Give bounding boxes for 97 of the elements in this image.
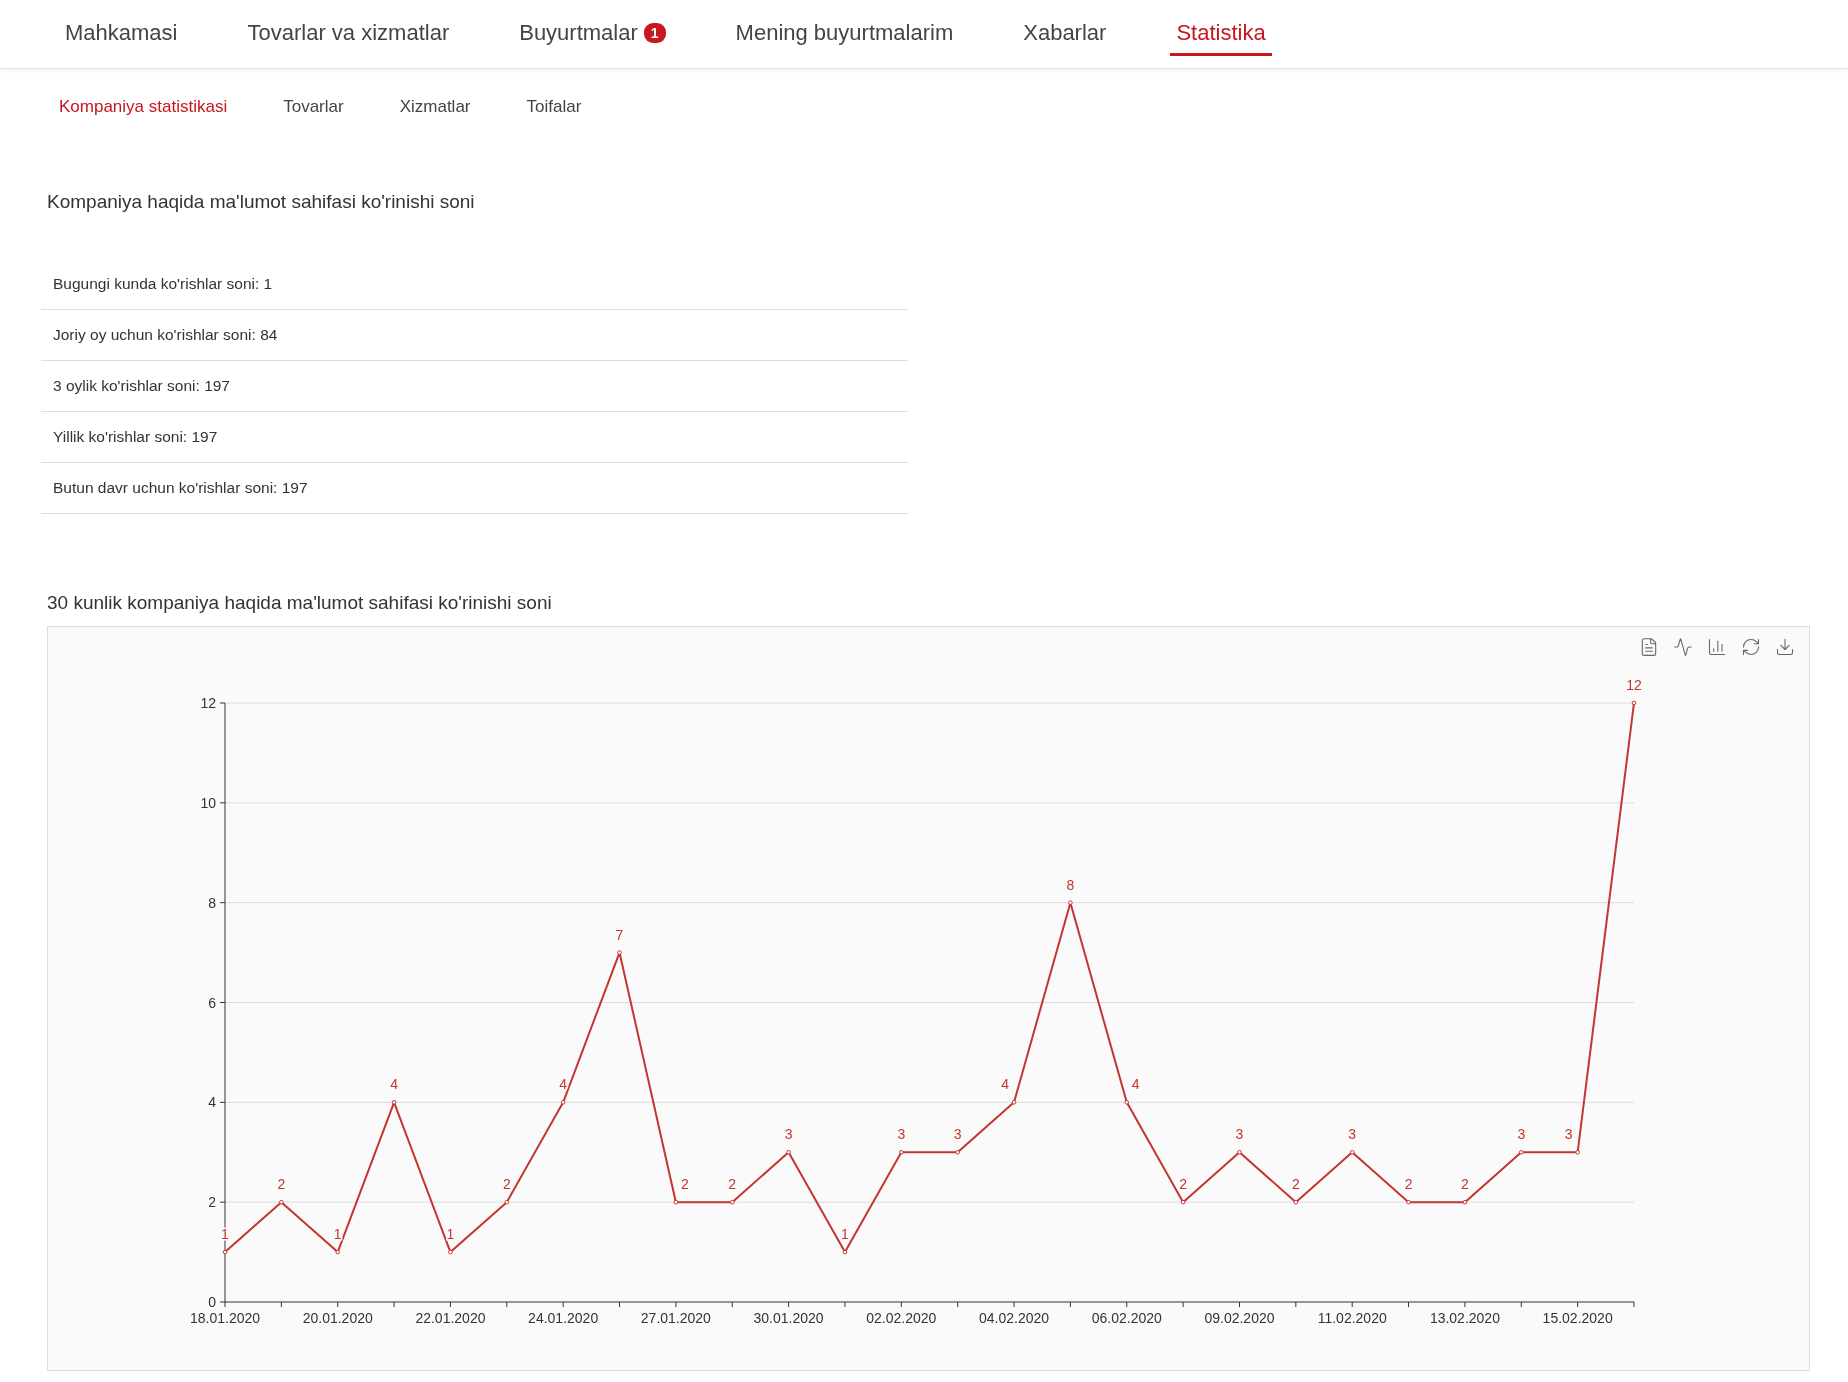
data-point [1406, 1199, 1411, 1205]
data-label: 2 [1179, 1176, 1187, 1193]
x-tick-label: 30.01.2020 [753, 1310, 824, 1326]
data-label: 2 [1461, 1176, 1469, 1193]
sub-tab[interactable]: Tovarlar [283, 97, 344, 117]
data-point [955, 1149, 960, 1155]
y-tick-label: 12 [200, 695, 216, 711]
data-label: 4 [559, 1076, 568, 1093]
data-label: 3 [1235, 1126, 1244, 1143]
stat-row: Yillik ko'rishlar soni: 197 [41, 412, 908, 463]
x-tick-label: 02.02.2020 [866, 1310, 937, 1326]
data-point [1575, 1149, 1580, 1155]
nav-tab-label: Mening buyurtmalarim [735, 19, 954, 46]
y-tick-label: 8 [208, 894, 216, 911]
count-badge: 1 [643, 22, 666, 43]
nav-tab[interactable]: Buyurtmalar 1 [513, 12, 672, 56]
data-label: 2 [277, 1176, 286, 1193]
sub-tab[interactable]: Kompaniya statistikasi [59, 97, 228, 117]
nav-tab-label: Mahkamasi [65, 19, 178, 46]
data-point [1631, 700, 1637, 706]
data-point [786, 1149, 791, 1155]
section-title: Kompaniya haqida ma'lumot sahifasi ko'rinishi soni [46, 191, 476, 213]
nav-tab[interactable]: Mahkamasi [59, 12, 184, 56]
y-tick-label: 0 [208, 1294, 216, 1310]
data-label: 2 [681, 1176, 689, 1193]
data-label: 1 [841, 1226, 849, 1243]
data-label: 3 [1564, 1126, 1573, 1143]
nav-tab-label: Buyurtmalar [519, 19, 638, 46]
data-label: 2 [1291, 1176, 1300, 1193]
nav-tab-label: Statistika [1176, 19, 1266, 46]
nav-tab-label: Tovarlar va xizmatlar [247, 19, 450, 46]
data-point [1349, 1149, 1355, 1155]
data-label: 12 [1626, 677, 1642, 693]
data-point [335, 1249, 340, 1255]
nav-tab[interactable]: Xabarlar [1017, 12, 1113, 56]
data-point [899, 1149, 904, 1155]
data-point [391, 1100, 397, 1105]
data-point [448, 1249, 453, 1255]
x-tick-label: 09.02.2020 [1204, 1310, 1275, 1326]
x-tick-label: 22.01.2020 [415, 1310, 486, 1326]
data-label: 1 [333, 1226, 342, 1243]
chart-title: 30 kunlik kompaniya haqida ma'lumot sahifasi ko'rinishi soni [46, 592, 553, 614]
data-point [842, 1249, 848, 1255]
data-point [560, 1100, 566, 1105]
data-label: 1 [446, 1226, 455, 1243]
data-label: 2 [502, 1176, 511, 1193]
x-tick-label: 18.01.2020 [189, 1310, 261, 1326]
data-label: 2 [728, 1176, 737, 1193]
data-label: 1 [221, 1226, 229, 1243]
data-point [222, 1249, 228, 1255]
data-point [729, 1199, 735, 1205]
y-tick-label: 10 [200, 794, 216, 811]
sub-tab[interactable]: Toifalar [526, 97, 582, 117]
data-label: 3 [1517, 1126, 1526, 1143]
x-tick-label: 06.02.2020 [1091, 1310, 1162, 1326]
nav-tab[interactable]: Statistika [1170, 12, 1272, 56]
data-point [504, 1199, 510, 1205]
data-label: 4 [1131, 1076, 1140, 1093]
data-point [279, 1199, 284, 1205]
data-point [1462, 1199, 1468, 1205]
data-label: 4 [1001, 1076, 1009, 1093]
x-tick-label: 27.01.2020 [640, 1310, 711, 1326]
stat-row: 3 oylik ko'rishlar soni: 197 [41, 361, 908, 412]
stat-row: Bugungi kunda ko'rishlar soni: 1 [41, 253, 908, 310]
nav-tab[interactable]: Tovarlar va xizmatlar [241, 12, 456, 56]
data-point [1124, 1100, 1130, 1105]
data-point [1068, 900, 1073, 905]
data-point [1011, 1100, 1017, 1105]
data-label: 3 [897, 1126, 906, 1143]
data-label: 4 [390, 1076, 398, 1093]
x-tick-label: 20.01.2020 [302, 1310, 373, 1326]
y-tick-label: 2 [208, 1194, 216, 1211]
data-point [673, 1199, 679, 1205]
data-point [617, 950, 622, 955]
data-point [1237, 1149, 1242, 1155]
nav-tab[interactable]: Mening buyurtmalarim [729, 12, 960, 56]
y-tick-label: 6 [208, 994, 216, 1011]
x-tick-label: 15.02.2020 [1542, 1310, 1613, 1326]
x-tick-label: 11.02.2020 [1317, 1310, 1387, 1326]
data-label: 2 [1404, 1176, 1413, 1193]
data-label: 3 [784, 1126, 793, 1143]
line-chart-icon[interactable] [1671, 635, 1695, 659]
data-label: 8 [1066, 876, 1075, 893]
x-tick-label: 04.02.2020 [979, 1310, 1050, 1326]
stat-row: Butun davr uchun ko'rishlar soni: 197 [41, 463, 908, 514]
x-tick-label: 13.02.2020 [1429, 1310, 1500, 1326]
data-label: 7 [615, 926, 624, 943]
nav-tab-label: Xabarlar [1023, 19, 1107, 46]
data-label: 3 [1348, 1126, 1357, 1143]
data-point [1519, 1149, 1524, 1155]
stat-row: Joriy oy uchun ko'rishlar soni: 84 [41, 310, 908, 361]
data-label: 3 [953, 1126, 962, 1143]
data-point [1180, 1199, 1186, 1205]
sub-tab[interactable]: Xizmatlar [399, 97, 471, 117]
y-tick-label: 4 [208, 1094, 216, 1111]
x-tick-label: 24.01.2020 [528, 1310, 599, 1326]
data-point [1293, 1199, 1299, 1205]
